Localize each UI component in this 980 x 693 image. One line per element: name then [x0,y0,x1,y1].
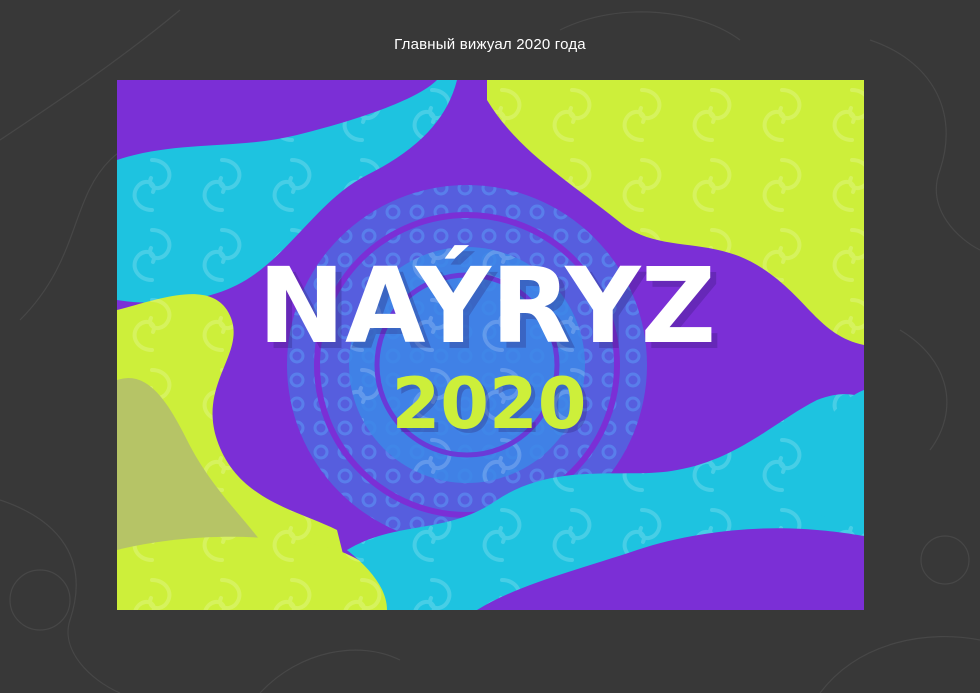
poster-artwork: NAÝRYZ NAÝRYZ 2020 2020 [117,80,864,610]
caption-title: Главный вижуал 2020 года [394,36,586,53]
main-visual-poster: NAÝRYZ NAÝRYZ 2020 2020 [117,80,864,610]
title-year: 2020 [392,363,587,445]
title-nayryz: NAÝRYZ [258,245,716,367]
